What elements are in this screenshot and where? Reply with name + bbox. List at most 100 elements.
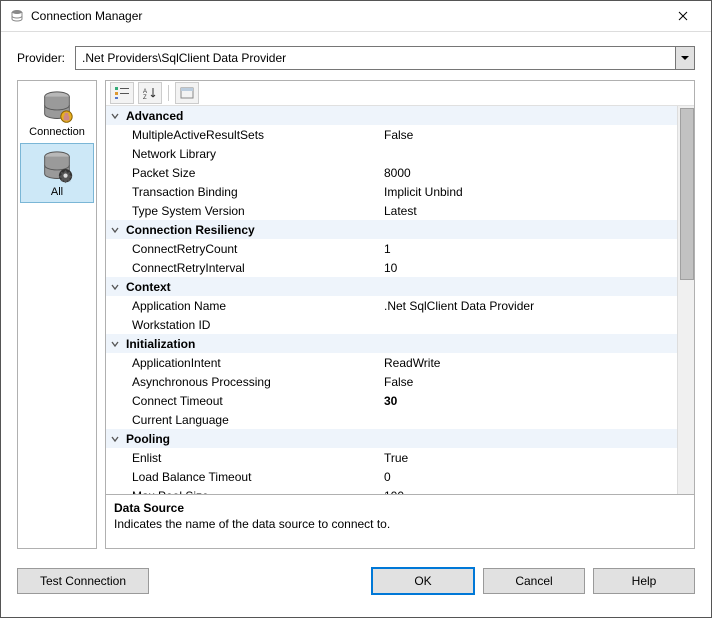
property-value[interactable]: 8000 — [378, 166, 694, 180]
database-icon — [38, 90, 76, 124]
property-group[interactable]: Pooling — [106, 429, 694, 448]
property-group[interactable]: Advanced — [106, 106, 694, 125]
app-icon — [9, 8, 25, 24]
provider-value: .Net Providers\SqlClient Data Provider — [82, 51, 286, 65]
sort-button[interactable]: AZ — [138, 82, 162, 104]
property-name: ApplicationIntent — [124, 356, 378, 370]
property-name: ConnectRetryInterval — [124, 261, 378, 275]
property-group[interactable]: Context — [106, 277, 694, 296]
property-row[interactable]: Transaction BindingImplicit Unbind — [106, 182, 694, 201]
property-row[interactable]: Connect Timeout30 — [106, 391, 694, 410]
property-value[interactable]: .Net SqlClient Data Provider — [378, 299, 694, 313]
vertical-scrollbar[interactable] — [677, 106, 694, 494]
expander-icon[interactable] — [106, 339, 124, 349]
property-grid-toolbar: AZ — [106, 81, 694, 106]
group-name: Pooling — [124, 432, 372, 446]
property-value[interactable]: 0 — [378, 470, 694, 484]
property-value[interactable]: ReadWrite — [378, 356, 694, 370]
group-name: Initialization — [124, 337, 372, 351]
chevron-down-icon — [681, 54, 689, 62]
property-row[interactable]: EnlistTrue — [106, 448, 694, 467]
property-grid[interactable]: AdvancedMultipleActiveResultSetsFalseNet… — [106, 106, 694, 494]
property-row[interactable]: Packet Size8000 — [106, 163, 694, 182]
property-value[interactable]: 100 — [378, 489, 694, 495]
property-value[interactable]: Latest — [378, 204, 694, 218]
description-text: Indicates the name of the data source to… — [114, 517, 686, 531]
categorize-button[interactable] — [110, 82, 134, 104]
property-page-icon — [180, 87, 194, 99]
side-tab-all-label: All — [51, 186, 63, 198]
scrollbar-thumb[interactable] — [680, 108, 694, 280]
property-value[interactable]: True — [378, 451, 694, 465]
property-row[interactable]: Current Language — [106, 410, 694, 429]
property-name: Application Name — [124, 299, 378, 313]
property-value[interactable]: False — [378, 375, 694, 389]
titlebar: Connection Manager — [1, 1, 711, 32]
property-name: Connect Timeout — [124, 394, 378, 408]
property-value[interactable]: False — [378, 128, 694, 142]
property-name: Max Pool Size — [124, 489, 378, 495]
side-tab-connection-label: Connection — [29, 126, 85, 138]
property-row[interactable]: ConnectRetryCount1 — [106, 239, 694, 258]
property-pages-button[interactable] — [175, 82, 199, 104]
provider-row: Provider: .Net Providers\SqlClient Data … — [1, 32, 711, 80]
test-connection-button[interactable]: Test Connection — [17, 568, 149, 594]
connection-manager-dialog: Connection Manager Provider: .Net Provid… — [0, 0, 712, 618]
property-row[interactable]: Network Library — [106, 144, 694, 163]
property-name: Network Library — [124, 147, 378, 161]
property-row[interactable]: ApplicationIntentReadWrite — [106, 353, 694, 372]
property-row[interactable]: ConnectRetryInterval10 — [106, 258, 694, 277]
property-name: Packet Size — [124, 166, 378, 180]
property-row[interactable]: Max Pool Size100 — [106, 486, 694, 494]
description-box: Data Source Indicates the name of the da… — [106, 494, 694, 548]
group-name: Context — [124, 280, 372, 294]
property-name: Enlist — [124, 451, 378, 465]
dropdown-button[interactable] — [675, 47, 694, 69]
property-row[interactable]: Workstation ID — [106, 315, 694, 334]
cancel-button[interactable]: Cancel — [483, 568, 585, 594]
property-group[interactable]: Connection Resiliency — [106, 220, 694, 239]
dialog-body: Connection All AZ — [1, 80, 711, 557]
ok-button[interactable]: OK — [371, 567, 475, 595]
property-name: MultipleActiveResultSets — [124, 128, 378, 142]
expander-icon[interactable] — [106, 434, 124, 444]
property-name: Load Balance Timeout — [124, 470, 378, 484]
categorize-icon — [115, 87, 129, 99]
close-button[interactable] — [663, 2, 703, 30]
property-row[interactable]: MultipleActiveResultSetsFalse — [106, 125, 694, 144]
sort-az-icon: AZ — [143, 87, 157, 99]
expander-icon[interactable] — [106, 225, 124, 235]
provider-dropdown[interactable]: .Net Providers\SqlClient Data Provider — [75, 46, 695, 70]
property-value[interactable]: 10 — [378, 261, 694, 275]
side-tab-connection[interactable]: Connection — [20, 83, 94, 143]
window-title: Connection Manager — [31, 9, 663, 23]
toolbar-separator — [168, 85, 169, 101]
description-title: Data Source — [114, 501, 686, 515]
group-name: Advanced — [124, 109, 372, 123]
property-name: Transaction Binding — [124, 185, 378, 199]
property-row[interactable]: Application Name.Net SqlClient Data Prov… — [106, 296, 694, 315]
expander-icon[interactable] — [106, 282, 124, 292]
property-name: ConnectRetryCount — [124, 242, 378, 256]
svg-text:Z: Z — [143, 95, 147, 99]
property-row[interactable]: Load Balance Timeout0 — [106, 467, 694, 486]
property-name: Asynchronous Processing — [124, 375, 378, 389]
property-value[interactable]: Implicit Unbind — [378, 185, 694, 199]
side-tabs: Connection All — [17, 80, 97, 549]
expander-icon[interactable] — [106, 111, 124, 121]
property-name: Current Language — [124, 413, 378, 427]
help-button[interactable]: Help — [593, 568, 695, 594]
property-value[interactable]: 1 — [378, 242, 694, 256]
property-name: Workstation ID — [124, 318, 378, 332]
property-name: Type System Version — [124, 204, 378, 218]
property-row[interactable]: Asynchronous ProcessingFalse — [106, 372, 694, 391]
property-group[interactable]: Initialization — [106, 334, 694, 353]
side-tab-all[interactable]: All — [20, 143, 94, 203]
property-value[interactable]: 30 — [378, 394, 694, 408]
property-row[interactable]: Type System VersionLatest — [106, 201, 694, 220]
provider-label: Provider: — [17, 51, 65, 65]
dialog-footer: Test Connection OK Cancel Help — [1, 557, 711, 617]
database-settings-icon — [38, 150, 76, 184]
close-icon — [678, 11, 688, 21]
group-name: Connection Resiliency — [124, 223, 372, 237]
